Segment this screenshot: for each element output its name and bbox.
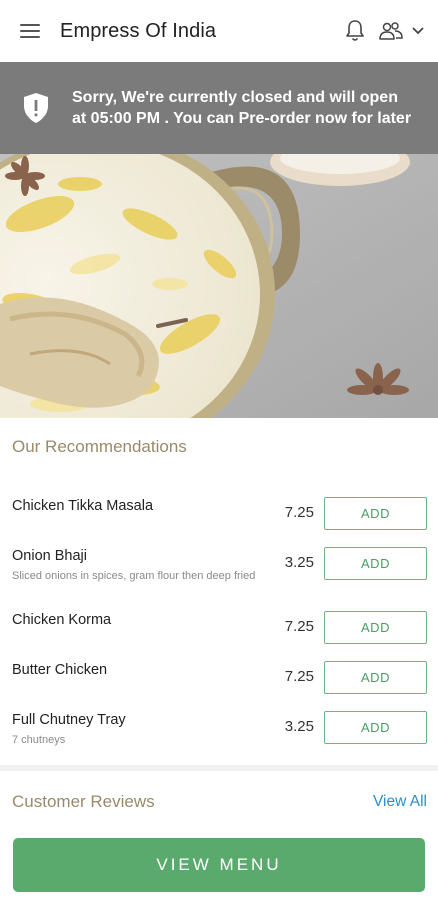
list-item: Full Chutney Tray 7 chutneys 3.25 ADD bbox=[0, 702, 438, 752]
users-icon bbox=[379, 22, 403, 40]
notifications-button[interactable] bbox=[338, 0, 372, 62]
item-price: 7.25 bbox=[284, 618, 314, 635]
list-item: Onion Bhaji Sliced onions in spices, gra… bbox=[0, 538, 438, 602]
add-button[interactable]: ADD bbox=[324, 611, 427, 644]
section-divider bbox=[0, 765, 438, 771]
restaurant-title: Empress Of India bbox=[60, 19, 217, 42]
item-price: 7.25 bbox=[284, 668, 314, 685]
menu-button[interactable] bbox=[0, 0, 60, 62]
item-name: Full Chutney Tray bbox=[12, 712, 126, 728]
closed-notice-banner: Sorry, We're currently closed and will o… bbox=[0, 62, 438, 154]
item-name: Butter Chicken bbox=[12, 662, 108, 678]
banner-icon-wrap bbox=[0, 92, 72, 124]
recommendations-list: Chicken Tikka Masala 7.25 ADD Onion Bhaj… bbox=[0, 488, 438, 752]
biryani-image bbox=[0, 154, 438, 418]
list-item: Chicken Tikka Masala 7.25 ADD bbox=[0, 488, 438, 538]
list-item: Butter Chicken 7.25 ADD bbox=[0, 652, 438, 702]
bell-icon bbox=[346, 20, 364, 41]
recommendations-heading: Our Recommendations bbox=[12, 437, 187, 456]
chevron-down-icon bbox=[412, 27, 424, 35]
hero-food-image bbox=[0, 154, 438, 418]
view-menu-button[interactable]: VIEW MENU bbox=[13, 838, 425, 892]
item-price: 7.25 bbox=[284, 504, 314, 521]
view-all-reviews-link[interactable]: View All bbox=[373, 793, 427, 811]
list-item: Chicken Korma 7.25 ADD bbox=[0, 602, 438, 652]
account-menu-button[interactable] bbox=[372, 0, 438, 62]
item-description: Sliced onions in spices, gram flour then… bbox=[12, 570, 256, 582]
item-name: Chicken Tikka Masala bbox=[12, 498, 154, 514]
item-price: 3.25 bbox=[284, 554, 314, 571]
app-header: Empress Of India bbox=[0, 0, 438, 62]
item-name: Chicken Korma bbox=[12, 612, 112, 628]
shield-icon bbox=[24, 93, 48, 123]
hamburger-icon bbox=[20, 24, 40, 38]
item-description: 7 chutneys bbox=[12, 734, 66, 746]
item-price: 3.25 bbox=[284, 718, 314, 735]
add-button[interactable]: ADD bbox=[324, 547, 427, 580]
item-name: Onion Bhaji bbox=[12, 548, 87, 564]
add-button[interactable]: ADD bbox=[324, 711, 427, 744]
closed-message: Sorry, We're currently closed and will o… bbox=[72, 89, 412, 127]
reviews-heading: Customer Reviews bbox=[12, 792, 155, 811]
add-button[interactable]: ADD bbox=[324, 497, 427, 530]
add-button[interactable]: ADD bbox=[324, 661, 427, 694]
